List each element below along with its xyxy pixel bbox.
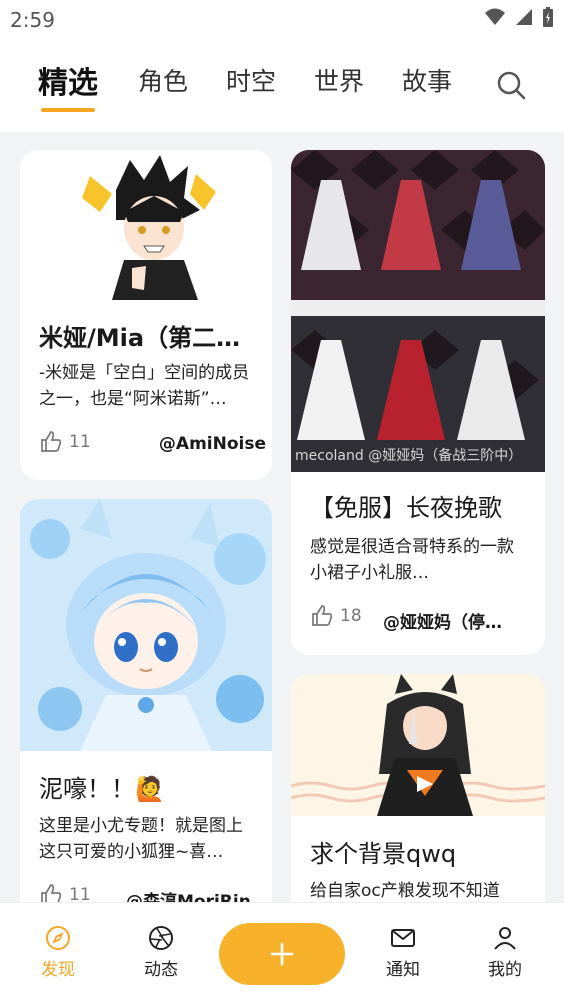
search-icon[interactable] <box>494 68 528 102</box>
post-image <box>20 499 272 751</box>
battery-icon <box>543 7 553 27</box>
tab-stories[interactable]: 故事 <box>402 62 452 98</box>
post-description: 这里是小尤专题！就是图上这只可爱的小狐狸~喜… <box>39 816 243 862</box>
nav-activity-label: 动态 <box>144 960 178 980</box>
post-card[interactable]: 米娅/Mia（第二… -米娅是「空白」空间的成员之一，也是“阿米诺斯”… 11 … <box>20 150 272 480</box>
author-name[interactable]: @娅娅妈（停… <box>383 608 523 633</box>
top-tab-bar: 精选 角色 时空 世界 故事 <box>0 40 564 132</box>
mail-icon <box>391 929 415 947</box>
nav-profile[interactable]: 我的 <box>465 925 545 980</box>
tab-timespace[interactable]: 时空 <box>226 62 276 98</box>
like-count: 18 <box>340 606 362 626</box>
post-card[interactable]: 求个背景qwq 给自家oc产粮发现不知道 <box>291 674 545 902</box>
user-icon <box>494 927 516 950</box>
create-post-button[interactable] <box>219 923 345 985</box>
tab-world[interactable]: 世界 <box>314 62 364 98</box>
nav-activity[interactable]: 动态 <box>121 925 201 980</box>
status-icons <box>484 6 554 28</box>
compass-icon <box>46 926 70 950</box>
post-title: 泥嚎！！🙋 <box>39 775 165 803</box>
post-title: 【免服】长夜挽歌 <box>310 494 502 522</box>
post-description: 感觉是很适合哥特系的一款小裙子小礼服… <box>310 537 514 583</box>
nav-notifications[interactable]: 通知 <box>363 925 443 980</box>
status-bar: 2:59 <box>0 0 564 40</box>
author-name[interactable]: @AmiNoise <box>148 434 266 454</box>
thumbs-up-icon <box>41 884 62 902</box>
like-button[interactable]: 11 <box>39 883 91 902</box>
tab-characters[interactable]: 角色 <box>138 62 188 98</box>
post-card[interactable]: mecoland @娅娅妈（备战三阶中） 【免服】长夜挽歌 感觉是很适合哥特系的… <box>291 150 545 655</box>
thumbs-up-icon <box>312 605 333 626</box>
post-title: 求个背景qwq <box>310 840 457 868</box>
post-image <box>20 150 272 300</box>
post-description: -米娅是「空白」空间的成员之一，也是“阿米诺斯”… <box>39 363 250 409</box>
post-image <box>291 674 545 816</box>
post-description: 给自家oc产粮发现不知道 <box>310 881 500 901</box>
bottom-nav: 发现 动态 通知 我的 <box>0 902 564 1002</box>
post-card[interactable]: 泥嚎！！🙋 这里是小尤专题！就是图上这只可爱的小狐狸~喜… 11 @森淳Mori… <box>20 499 272 902</box>
feed[interactable]: 米娅/Mia（第二… -米娅是「空白」空间的成员之一，也是“阿米诺斯”… 11 … <box>0 132 564 902</box>
author-name[interactable]: @森淳MoriRin <box>126 887 266 902</box>
tab-featured[interactable]: 精选 <box>38 58 98 102</box>
like-button[interactable]: 11 <box>39 430 91 454</box>
nav-profile-label: 我的 <box>488 960 522 980</box>
nav-discover-label: 发现 <box>41 960 75 980</box>
like-button[interactable]: 18 <box>310 604 362 628</box>
like-count: 11 <box>69 432 91 452</box>
wifi-icon <box>485 8 505 25</box>
plus-icon <box>270 942 294 966</box>
signal-icon <box>516 9 532 25</box>
like-count: 11 <box>69 885 91 902</box>
thumbs-up-icon <box>41 431 62 452</box>
nav-discover[interactable]: 发现 <box>18 925 98 980</box>
nav-notifications-label: 通知 <box>386 960 420 980</box>
image-watermark: mecoland @娅娅妈（备战三阶中） <box>295 447 522 464</box>
aperture-icon <box>149 926 173 950</box>
post-image: mecoland @娅娅妈（备战三阶中） <box>291 150 545 472</box>
status-time: 2:59 <box>10 8 55 32</box>
post-title: 米娅/Mia（第二… <box>39 324 241 352</box>
active-tab-indicator <box>41 108 95 112</box>
